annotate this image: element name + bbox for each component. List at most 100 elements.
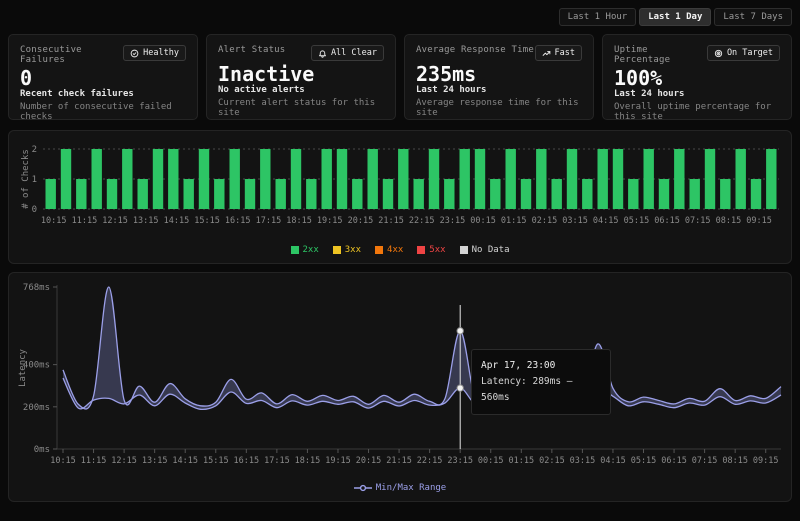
- svg-text:09:15: 09:15: [753, 456, 779, 466]
- svg-text:10:15: 10:15: [50, 456, 76, 466]
- check-bar[interactable]: [460, 149, 470, 209]
- badge-label: Healthy: [143, 48, 179, 58]
- cursor-point-marker: [457, 385, 463, 391]
- stat-card-alert-status: Alert Status All Clear Inactive No activ…: [206, 34, 396, 120]
- check-bar[interactable]: [46, 179, 56, 209]
- svg-text:17:15: 17:15: [264, 456, 290, 466]
- time-range-group: Last 1 Hour Last 1 Day Last 7 Days: [559, 8, 792, 26]
- check-bar[interactable]: [705, 149, 715, 209]
- range-button-1-day[interactable]: Last 1 Day: [639, 8, 711, 26]
- svg-text:0ms: 0ms: [34, 445, 50, 455]
- check-bar[interactable]: [260, 149, 270, 209]
- svg-text:0: 0: [32, 205, 37, 215]
- stat-card-avg-response-time: Average Response Time Fast 235ms Last 24…: [404, 34, 594, 120]
- check-bar[interactable]: [628, 179, 638, 209]
- svg-text:05:15: 05:15: [624, 216, 650, 226]
- svg-text:01:15: 01:15: [501, 216, 527, 226]
- svg-text:2: 2: [32, 145, 37, 155]
- check-bar[interactable]: [184, 179, 194, 209]
- stat-description: Overall uptime percentage for this site: [614, 102, 780, 122]
- target-icon: [714, 49, 723, 58]
- range-button-1-hour[interactable]: Last 1 Hour: [559, 8, 637, 26]
- svg-text:00:15: 00:15: [478, 456, 504, 466]
- check-bar[interactable]: [76, 179, 86, 209]
- check-bar[interactable]: [92, 149, 102, 209]
- stats-row: Consecutive Failures Healthy 0 Recent ch…: [8, 34, 792, 120]
- svg-text:12:15: 12:15: [111, 456, 137, 466]
- check-bar[interactable]: [613, 149, 623, 209]
- legend-swatch: [417, 246, 425, 254]
- check-bar[interactable]: [552, 179, 562, 209]
- check-bar[interactable]: [429, 149, 439, 209]
- check-bar[interactable]: [337, 149, 347, 209]
- legend-label: 4xx: [387, 245, 403, 255]
- check-bar[interactable]: [306, 179, 316, 209]
- check-bar[interactable]: [720, 179, 730, 209]
- check-bar[interactable]: [475, 149, 485, 209]
- range-button-7-days[interactable]: Last 7 Days: [714, 8, 792, 26]
- check-bar[interactable]: [138, 179, 148, 209]
- svg-text:200ms: 200ms: [23, 403, 50, 413]
- check-bar[interactable]: [414, 179, 424, 209]
- svg-text:18:15: 18:15: [295, 456, 321, 466]
- check-bar[interactable]: [230, 149, 240, 209]
- check-bar[interactable]: [674, 149, 684, 209]
- check-bar[interactable]: [506, 149, 516, 209]
- check-bar[interactable]: [61, 149, 71, 209]
- status-code-legend: 2xx3xx4xx5xxNo Data: [17, 243, 783, 257]
- svg-text:768ms: 768ms: [23, 283, 50, 293]
- svg-text:04:15: 04:15: [593, 216, 619, 226]
- latency-legend: Min/Max Range: [17, 481, 783, 495]
- check-bar[interactable]: [276, 179, 286, 209]
- bell-icon: [318, 49, 327, 58]
- check-bar[interactable]: [766, 149, 776, 209]
- stat-subtitle: Last 24 hours: [416, 85, 582, 95]
- stat-description: Average response time for this site: [416, 98, 582, 118]
- svg-text:23:15: 23:15: [440, 216, 466, 226]
- check-bar[interactable]: [736, 149, 746, 209]
- check-bar[interactable]: [444, 179, 454, 209]
- check-bar[interactable]: [490, 179, 500, 209]
- check-bar[interactable]: [582, 179, 592, 209]
- svg-text:06:15: 06:15: [654, 216, 680, 226]
- check-bar[interactable]: [291, 149, 301, 209]
- check-bar[interactable]: [751, 179, 761, 209]
- check-bar[interactable]: [398, 149, 408, 209]
- check-bar[interactable]: [214, 179, 224, 209]
- check-bar[interactable]: [644, 149, 654, 209]
- svg-text:14:15: 14:15: [164, 216, 190, 226]
- svg-text:11:15: 11:15: [72, 216, 98, 226]
- check-bar[interactable]: [659, 179, 669, 209]
- stat-subtitle: Last 24 hours: [614, 89, 780, 99]
- check-bar[interactable]: [383, 179, 393, 209]
- check-bar[interactable]: [567, 149, 577, 209]
- check-bar[interactable]: [536, 149, 546, 209]
- check-bar[interactable]: [368, 149, 378, 209]
- check-bar[interactable]: [521, 179, 531, 209]
- svg-text:09:15: 09:15: [746, 216, 772, 226]
- svg-text:02:15: 02:15: [532, 216, 558, 226]
- svg-text:16:15: 16:15: [234, 456, 260, 466]
- check-bar[interactable]: [598, 149, 608, 209]
- check-bar[interactable]: [322, 149, 332, 209]
- svg-text:07:15: 07:15: [692, 456, 718, 466]
- check-bar[interactable]: [352, 179, 362, 209]
- svg-text:# of Checks: # of Checks: [21, 149, 31, 209]
- check-bar[interactable]: [107, 179, 117, 209]
- check-bar[interactable]: [245, 179, 255, 209]
- check-bar[interactable]: [122, 149, 132, 209]
- svg-text:15:15: 15:15: [194, 216, 220, 226]
- svg-text:11:15: 11:15: [81, 456, 107, 466]
- checks-bar-chart[interactable]: 012# of Checks10:1511:1512:1513:1514:151…: [17, 137, 785, 237]
- latency-minmax-chart[interactable]: 0ms200ms400ms768msLatency10:1511:1512:15…: [17, 279, 785, 475]
- check-bar[interactable]: [199, 149, 209, 209]
- svg-text:16:15: 16:15: [225, 216, 251, 226]
- check-bar[interactable]: [153, 149, 163, 209]
- badge-label: All Clear: [331, 48, 377, 58]
- check-bar[interactable]: [168, 149, 178, 209]
- stat-value: 0: [20, 67, 186, 89]
- svg-text:03:15: 03:15: [562, 216, 588, 226]
- check-bar[interactable]: [690, 179, 700, 209]
- trend-up-icon: [542, 49, 551, 58]
- svg-text:08:15: 08:15: [716, 216, 742, 226]
